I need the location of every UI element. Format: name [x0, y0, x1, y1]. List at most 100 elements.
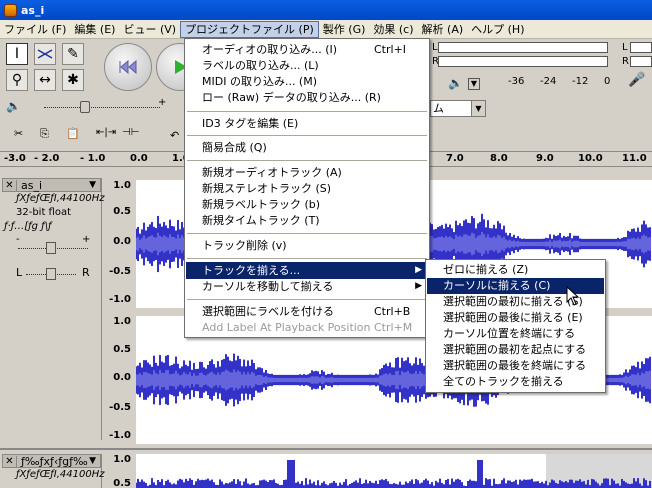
menu-item-label: MIDI の取り込み... (M): [202, 75, 318, 88]
chevron-down-icon[interactable]: ▼: [89, 180, 100, 190]
gain-slider[interactable]: - +: [2, 234, 101, 264]
menu-item-new-time-track[interactable]: 新規タイムトラック (T): [186, 212, 428, 229]
silence-icon[interactable]: ⊣⊢: [122, 127, 139, 138]
selection-tool-icon[interactable]: I: [6, 43, 28, 65]
menu-shortcut: Ctrl+M: [374, 321, 413, 334]
submenu-item-align-all[interactable]: 全てのトラックを揃える: [427, 374, 604, 390]
scale-label: -1.0: [109, 430, 131, 441]
menu-item-label: カーソルを移動して揃える: [202, 280, 334, 293]
meter2-left-bar: [630, 42, 652, 53]
track-title-bar[interactable]: ✕ as_i ▼: [2, 178, 101, 192]
pan-right-label: R: [82, 266, 90, 279]
skip-start-button[interactable]: [104, 43, 152, 91]
meter-tick: -36: [508, 76, 525, 87]
ruler-tick: - 1.0: [80, 153, 106, 164]
scale-label: 0.5: [113, 344, 131, 355]
pan-slider-thumb[interactable]: [46, 268, 56, 280]
menu-item-add-label-selection[interactable]: 選択範囲にラベルを付ける Ctrl+B: [186, 303, 428, 320]
menu-project[interactable]: プロジェクトファイル (P): [180, 20, 319, 38]
track-control-panel: ✕ as_i ▼ ƒXƒeƒŒƒI,44100Hz 32-bit float ƒ…: [2, 178, 105, 440]
ruler-tick: 0.0: [130, 153, 148, 164]
menu-item-label: オーディオの取り込み... (I): [202, 43, 338, 56]
microphone-icon[interactable]: 🎤: [628, 72, 645, 88]
menu-item-import-midi[interactable]: MIDI の取り込み... (M): [186, 73, 428, 90]
menu-item-new-stereo-track[interactable]: 新規ステレオトラック (S): [186, 180, 428, 197]
mute-solo-buttons[interactable]: ƒ·ƒ…[ƒg ƒ\ƒ: [2, 220, 101, 234]
menu-item-import-labels[interactable]: ラベルの取り込み... (L): [186, 57, 428, 74]
menu-separator: [187, 233, 427, 234]
menu-file[interactable]: ファイル (F): [0, 21, 70, 38]
submenu-item-start-to-sel-start[interactable]: 選択範囲の最初を起点にする: [427, 342, 604, 358]
menu-effect[interactable]: 効果 (c): [369, 21, 417, 38]
ruler-tick: 8.0: [490, 153, 508, 164]
menu-item-add-label-playback: Add Label At Playback Position Ctrl+M: [186, 319, 428, 336]
align-submenu: ゼロに揃える (Z) カーソルに揃える (C) 選択範囲の最初に揃える (S) …: [425, 259, 606, 393]
meter-right-bar: [438, 56, 608, 67]
copy-icon[interactable]: ⎘: [40, 127, 49, 141]
cut-icon[interactable]: ✂: [14, 127, 23, 140]
timeshift-tool-icon[interactable]: ↔: [34, 69, 56, 91]
menu-item-label: 新規オーディオトラック (A): [202, 166, 342, 179]
submenu-arrow-icon: ▶: [415, 265, 422, 275]
chevron-down-icon[interactable]: ▼: [89, 456, 100, 466]
menu-item-edit-id3[interactable]: ID3 タグを編集 (E): [186, 115, 428, 132]
meter-tick: 0: [604, 76, 611, 87]
menu-item-label: 選択範囲にラベルを付ける: [202, 305, 334, 318]
menu-item-delete-track[interactable]: トラック削除 (v): [186, 237, 428, 254]
draw-tool-icon[interactable]: ✎: [62, 43, 84, 65]
project-menu-dropdown: オーディオの取り込み... (I) Ctrl+I ラベルの取り込み... (L) …: [184, 38, 430, 338]
gain-slider-thumb[interactable]: [46, 242, 56, 254]
submenu-item-end-to-cursor[interactable]: カーソル位置を終端にする: [427, 326, 604, 342]
menu-edit[interactable]: 編集 (E): [70, 21, 119, 38]
multi-tool-icon[interactable]: ✱: [62, 69, 84, 91]
submenu-item-align-sel-end[interactable]: 選択範囲の最後に揃える (E): [427, 310, 604, 326]
volume-slider-track[interactable]: [44, 107, 160, 108]
menu-item-label: ロー (Raw) データの取り込み... (R): [202, 91, 381, 104]
menu-analyze[interactable]: 解析 (A): [418, 21, 468, 38]
menu-item-align-move-cursor[interactable]: カーソルを移動して揃える ▶: [186, 278, 428, 295]
trim-icon[interactable]: ⇤|⇥: [96, 127, 116, 138]
menu-item-label: 新規ステレオトラック (S): [202, 182, 332, 195]
zoom-tool-icon[interactable]: ⚲: [6, 69, 28, 91]
meter-left-label: L: [432, 42, 438, 53]
meter2-right-bar: [630, 56, 652, 67]
ruler-tick: 7.0: [446, 153, 464, 164]
submenu-item-end-to-sel-end[interactable]: 選択範囲の最後を終端にする: [427, 358, 604, 374]
menu-item-label: 新規ラベルトラック (b): [202, 198, 321, 211]
menu-item-import-audio[interactable]: オーディオの取り込み... (I) Ctrl+I: [186, 41, 428, 58]
menu-item-new-audio-track[interactable]: 新規オーディオトラック (A): [186, 164, 428, 181]
scale-label: 1.0: [113, 316, 131, 327]
menu-view[interactable]: ビュー (V): [119, 21, 180, 38]
menu-item-label: ラベルの取り込み... (L): [202, 59, 319, 72]
paste-icon[interactable]: 📋: [66, 127, 80, 140]
undo-icon[interactable]: ↶: [170, 129, 179, 142]
pan-slider[interactable]: L R: [2, 264, 101, 284]
menu-item-quick-mix[interactable]: 簡易合成 (Q): [186, 139, 428, 156]
waveform-track2[interactable]: [136, 454, 652, 488]
menu-help[interactable]: ヘルプ (H): [467, 21, 528, 38]
menu-generate[interactable]: 製作 (G): [319, 21, 370, 38]
gain-plus: +: [82, 234, 91, 245]
ruler-tick: 11.0: [622, 153, 647, 164]
menu-item-align-tracks[interactable]: トラックを揃える... ▶: [186, 262, 428, 279]
submenu-item-align-zero[interactable]: ゼロに揃える (Z): [427, 262, 604, 278]
menu-shortcut: Ctrl+I: [374, 43, 407, 56]
menu-item-label: トラックを揃える...: [202, 264, 301, 277]
scale-label: 0.5: [113, 206, 131, 217]
chevron-down-icon[interactable]: ▼: [471, 101, 485, 116]
meter-menu-icon[interactable]: ▼: [468, 78, 480, 90]
speaker-icon: 🔈: [6, 99, 21, 113]
menu-separator: [187, 258, 427, 259]
menu-item-label: 新規タイムトラック (T): [202, 214, 320, 227]
envelope-tool-icon[interactable]: [34, 43, 56, 65]
close-icon[interactable]: ✕: [3, 455, 17, 467]
close-icon[interactable]: ✕: [3, 179, 17, 191]
amplitude-scale: 1.0 0.5 0.0 -0.5 -1.0: [103, 316, 135, 442]
menu-item-import-raw[interactable]: ロー (Raw) データの取り込み... (R): [186, 89, 428, 106]
volume-slider-thumb[interactable]: [80, 101, 90, 113]
track-title-bar[interactable]: ✕ ƒ‰ƒxƒ‹ƒgƒ‰ ▼: [2, 454, 101, 468]
device-combo[interactable]: ム ▼: [430, 100, 486, 117]
window-title: as_i: [21, 3, 45, 17]
menu-item-new-label-track[interactable]: 新規ラベルトラック (b): [186, 196, 428, 213]
meter2-left-label: L: [622, 42, 628, 53]
